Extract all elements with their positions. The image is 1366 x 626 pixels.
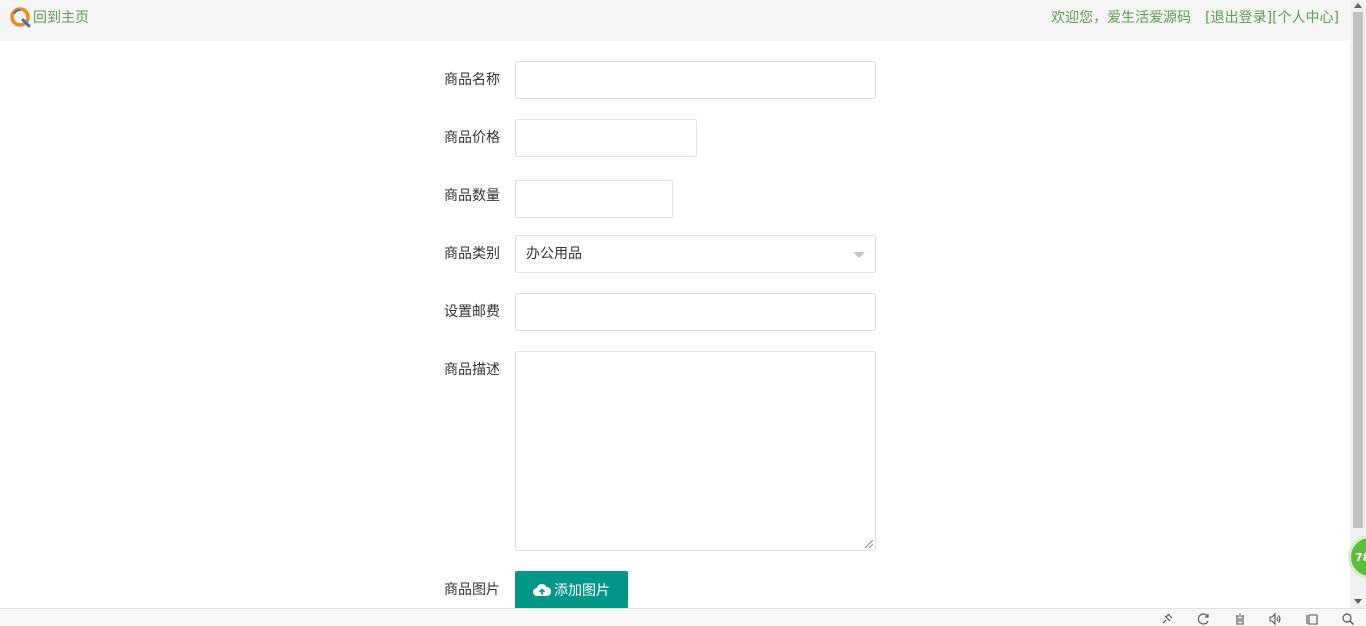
product-image-label: 商品图片: [444, 582, 500, 598]
add-image-button-label: 添加图片: [554, 583, 610, 599]
product-name-label: 商品名称: [444, 72, 500, 88]
refresh-icon[interactable]: [1197, 612, 1211, 626]
top-bar: 回到主页 欢迎您，爱生活爱源码 [退出登录] [个人中心]: [0, 0, 1350, 41]
scroll-thumb[interactable]: [1353, 12, 1363, 528]
welcome-text: 欢迎您，爱生活爱源码: [1051, 10, 1192, 26]
product-category-label: 商品类别: [444, 246, 500, 262]
search-icon[interactable]: [1341, 612, 1355, 626]
shipping-fee-label: 设置邮费: [444, 304, 500, 320]
home-link-label: 回到主页: [33, 10, 89, 26]
browser-status-bar: [0, 608, 1366, 626]
user-links: [退出登录] [个人中心]: [1205, 7, 1339, 27]
profile-link[interactable]: [个人中心]: [1272, 7, 1339, 27]
product-name-input[interactable]: [515, 61, 876, 99]
row-product-price: 商品价格: [444, 119, 697, 157]
row-product-name: 商品名称: [444, 61, 876, 99]
cloud-upload-icon: [533, 583, 551, 596]
home-link[interactable]: 回到主页: [9, 6, 89, 28]
product-price-label: 商品价格: [444, 130, 500, 146]
resize-grip-icon[interactable]: [865, 540, 873, 548]
logout-link[interactable]: [退出登录]: [1205, 7, 1272, 27]
pin-icon[interactable]: [1160, 612, 1174, 626]
product-description-label: 商品描述: [444, 362, 500, 378]
product-price-input[interactable]: [515, 119, 697, 157]
scroll-up-icon[interactable]: [1354, 3, 1362, 8]
user-welcome: 欢迎您，爱生活爱源码 [退出登录] [个人中心]: [1051, 7, 1339, 27]
row-product-description: 商品描述: [444, 351, 876, 551]
row-product-category: 商品类别 办公用品: [444, 235, 876, 273]
row-shipping-fee: 设置邮费: [444, 293, 876, 331]
shipping-fee-input[interactable]: [515, 293, 876, 331]
add-image-button[interactable]: 添加图片: [515, 571, 628, 609]
product-quantity-input[interactable]: [515, 180, 673, 218]
row-product-image: 商品图片 添加图片: [444, 571, 628, 609]
scroll-down-icon[interactable]: [1354, 599, 1362, 604]
product-description-textarea[interactable]: [515, 351, 876, 551]
site-logo-icon: [10, 7, 31, 28]
vertical-scrollbar[interactable]: [1350, 0, 1366, 608]
row-product-quantity: 商品数量: [444, 180, 673, 218]
product-category-select[interactable]: 办公用品: [515, 235, 876, 273]
floating-widget-text: 78: [1355, 550, 1366, 564]
product-quantity-label: 商品数量: [444, 188, 500, 204]
window-icon[interactable]: [1305, 612, 1319, 626]
speaker-icon[interactable]: [1268, 612, 1282, 626]
product-category-value: 办公用品: [526, 246, 582, 262]
dropdown-arrow-icon: [853, 252, 865, 258]
trash-icon[interactable]: [1233, 612, 1247, 626]
